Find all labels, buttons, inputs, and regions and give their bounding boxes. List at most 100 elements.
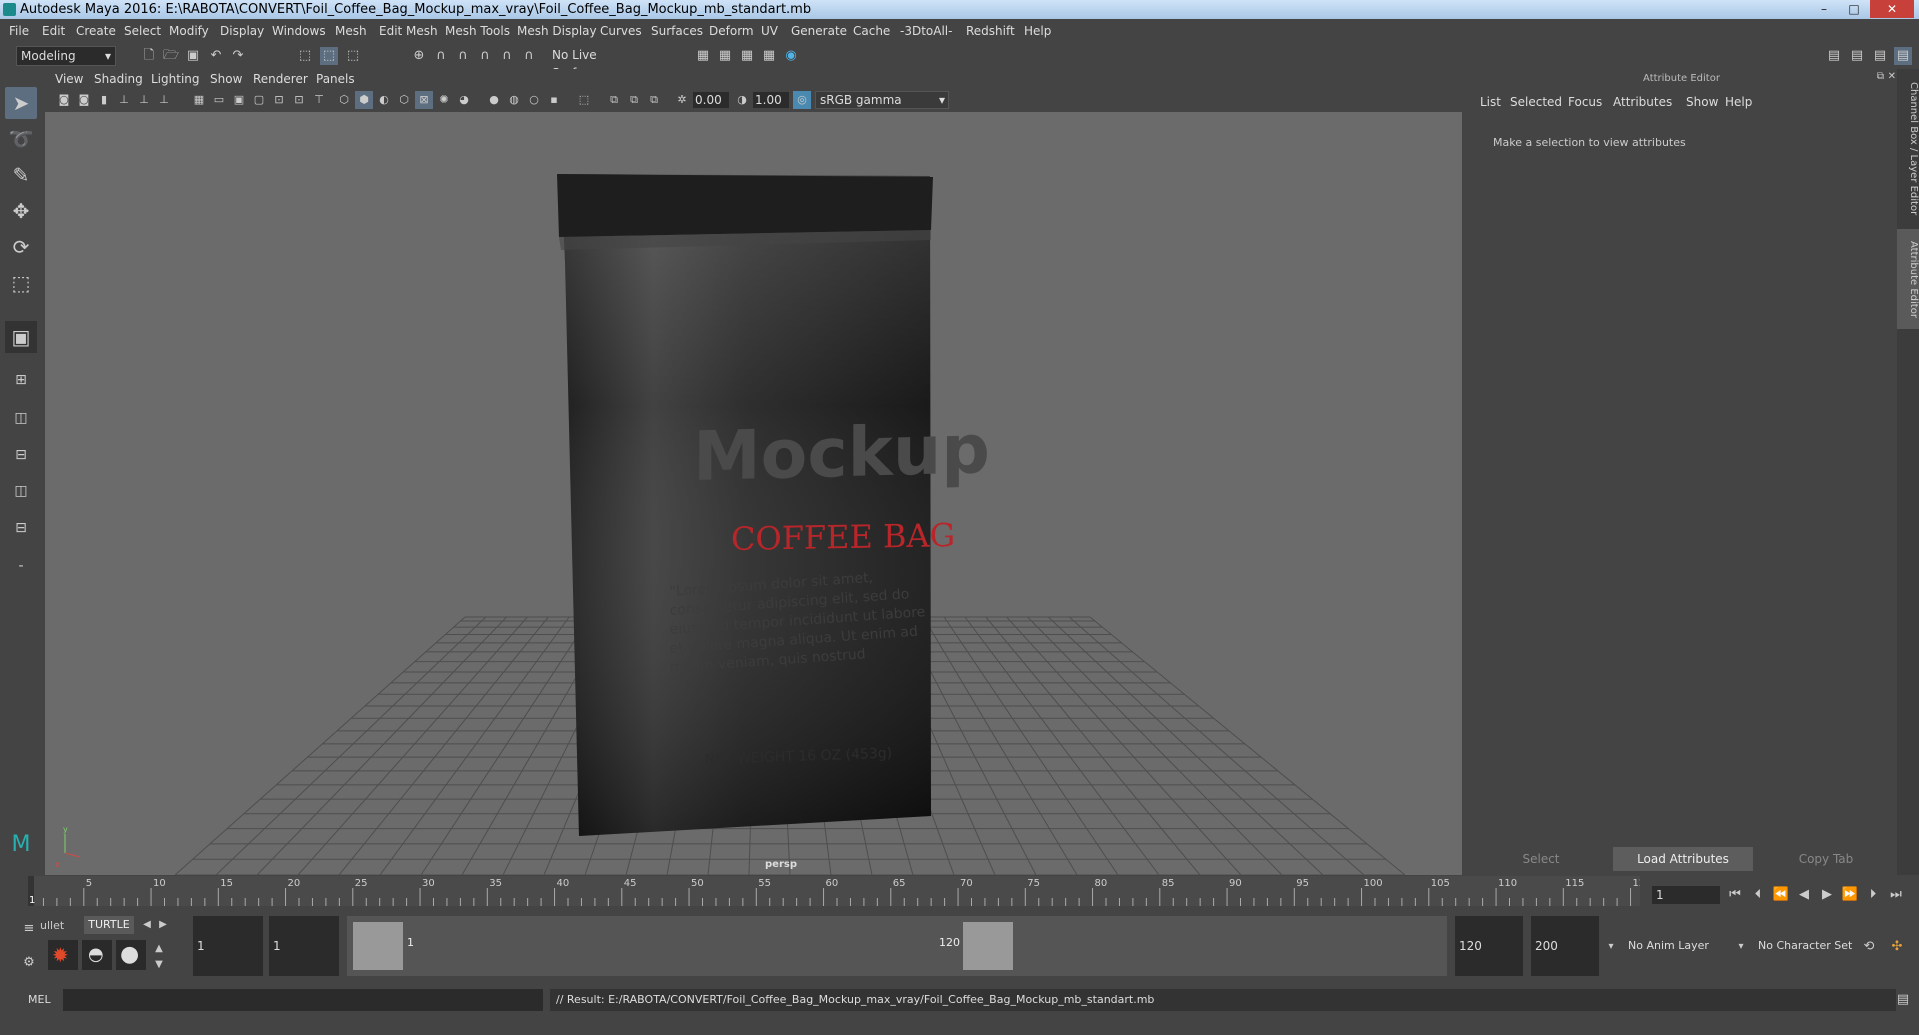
menu-deform[interactable]: Deform xyxy=(709,24,754,38)
anim-layer-dropdown[interactable]: No Anim Layer xyxy=(1622,916,1734,976)
single-perspective-layout-icon[interactable]: ▣ xyxy=(5,321,37,353)
snap-view-icon[interactable]: ∩ xyxy=(476,47,494,65)
vp-menu-shading[interactable]: Shading xyxy=(94,72,143,86)
menu-file[interactable]: File xyxy=(9,24,29,38)
live-surface-field[interactable]: No Live Surface xyxy=(548,46,646,80)
wireframe-icon[interactable]: ⬡ xyxy=(335,91,353,109)
wireframe-on-shaded-icon[interactable]: ⬡ xyxy=(395,91,413,109)
menu-redshift[interactable]: Redshift xyxy=(966,24,1015,38)
menu-surfaces[interactable]: Surfaces xyxy=(651,24,703,38)
play-backwards-icon[interactable]: ◀ xyxy=(1795,886,1813,904)
select-hierarchy-icon[interactable]: ⬚ xyxy=(296,47,314,65)
default-material-icon[interactable]: ◐ xyxy=(375,91,393,109)
gamma-field[interactable]: 1.00 xyxy=(753,92,789,108)
ipr-render-icon[interactable]: ▦ xyxy=(738,47,756,65)
ae-menu-focus[interactable]: Focus xyxy=(1568,95,1602,109)
range-end-handle[interactable] xyxy=(963,922,1013,970)
animation-end-field[interactable]: 200 xyxy=(1531,916,1599,976)
move-tool-icon[interactable]: ✥ xyxy=(5,195,37,227)
vp-menu-view[interactable]: View xyxy=(55,72,83,86)
scale-tool-icon[interactable]: ⬚ xyxy=(5,267,37,299)
lasso-tool-icon[interactable]: ➰ xyxy=(5,123,37,155)
xray-components-icon[interactable]: ⧉ xyxy=(645,91,663,109)
close-button[interactable]: ✕ xyxy=(1870,0,1914,18)
menuset-dropdown[interactable]: Modeling ▾ xyxy=(16,46,116,66)
menu-select[interactable]: Select xyxy=(124,24,161,38)
shelf-settings-icon[interactable]: ⚙ xyxy=(20,954,38,972)
exposure-field[interactable]: 0.00 xyxy=(693,92,729,108)
menu-uv[interactable]: UV xyxy=(761,24,778,38)
shelf-tab-bullet[interactable]: ullet xyxy=(40,919,64,932)
resolution-gate-icon[interactable]: ▭ xyxy=(210,91,228,109)
undo-icon[interactable]: ↶ xyxy=(207,47,225,65)
render-view-icon[interactable]: ▦ xyxy=(694,47,712,65)
screen-space-ao-icon[interactable]: ● xyxy=(485,91,503,109)
persp-graph-layout-icon[interactable]: ⊟ xyxy=(5,439,37,471)
step-forward-key-icon[interactable]: ⏩ xyxy=(1841,886,1859,904)
gamma-icon[interactable]: ◑ xyxy=(733,91,751,109)
shelf-tab-next-icon[interactable]: ▶ xyxy=(154,916,172,934)
film-gate-icon[interactable]: ⊥ xyxy=(155,91,173,109)
render-settings-icon[interactable]: ▦ xyxy=(760,47,778,65)
coffee-bag-model[interactable] xyxy=(557,174,933,836)
tab-attribute-editor[interactable]: Attribute Editor xyxy=(1897,229,1919,329)
title-safe-icon[interactable]: ⊤ xyxy=(310,91,328,109)
step-back-frame-icon[interactable]: ⏴ xyxy=(1749,886,1767,904)
menu-mesh-display[interactable]: Mesh Display xyxy=(517,24,597,38)
menu-mesh-tools[interactable]: Mesh Tools xyxy=(445,24,510,38)
exposure-icon[interactable]: ✲ xyxy=(673,91,691,109)
close-panel-icon[interactable]: ✕ xyxy=(1888,71,1896,82)
range-slider-track[interactable]: 1 120 xyxy=(347,916,1447,976)
four-view-layout-icon[interactable]: ⊞ xyxy=(5,364,37,396)
ae-menu-list[interactable]: List xyxy=(1480,95,1501,109)
minimize-button[interactable]: – xyxy=(1810,0,1838,18)
open-scene-icon[interactable]: 🗁 xyxy=(162,47,180,65)
xray-icon[interactable]: ⧉ xyxy=(605,91,623,109)
range-start-handle[interactable] xyxy=(353,922,403,970)
turtle-bake-icon[interactable]: ✹ xyxy=(48,940,78,970)
character-set-dropdown[interactable]: No Character Set xyxy=(1752,916,1864,976)
render-current-icon[interactable]: ▦ xyxy=(716,47,734,65)
grid-icon[interactable]: ▦ xyxy=(190,91,208,109)
menu-windows[interactable]: Windows xyxy=(272,24,326,38)
go-to-end-icon[interactable]: ⏭ xyxy=(1887,886,1905,904)
camera-select-icon[interactable]: ◙ xyxy=(55,91,73,109)
snap-curve-icon[interactable]: ∩ xyxy=(432,47,450,65)
animation-start-field[interactable]: 1 xyxy=(193,916,263,976)
smooth-shade-icon[interactable]: ⬢ xyxy=(355,91,373,109)
vp-menu-panels[interactable]: Panels xyxy=(316,72,355,86)
channel-box-toggle-icon[interactable]: ▤ xyxy=(1894,47,1912,65)
shadows-icon[interactable]: ◕ xyxy=(455,91,473,109)
snap-surface-icon[interactable]: ∩ xyxy=(498,47,516,65)
attribute-editor-toggle-icon[interactable]: ▤ xyxy=(1848,47,1866,65)
motion-blur-icon[interactable]: ◍ xyxy=(505,91,523,109)
image-plane-icon[interactable]: ⊥ xyxy=(115,91,133,109)
turtle-render-icon[interactable]: ◓ xyxy=(82,940,112,970)
ae-menu-selected[interactable]: Selected xyxy=(1510,95,1562,109)
step-forward-frame-icon[interactable]: ⏵ xyxy=(1864,886,1882,904)
snap-grid-icon[interactable]: ⊕ xyxy=(410,47,428,65)
turtle-sphere-icon[interactable]: ● xyxy=(116,940,146,970)
float-panel-icon[interactable]: ⧉ xyxy=(1877,71,1884,82)
field-chart-icon[interactable]: ▢ xyxy=(250,91,268,109)
menu-create[interactable]: Create xyxy=(76,24,116,38)
use-all-lights-icon[interactable]: ✺ xyxy=(435,91,453,109)
redo-icon[interactable]: ↷ xyxy=(229,47,247,65)
paint-select-tool-icon[interactable]: ✎ xyxy=(5,159,37,191)
tool-settings-icon[interactable]: ▤ xyxy=(1871,47,1889,65)
ae-menu-show[interactable]: Show xyxy=(1686,95,1718,109)
menu-generate[interactable]: Generate xyxy=(791,24,847,38)
menu-edit[interactable]: Edit xyxy=(42,24,65,38)
load-attributes-button[interactable]: Load Attributes xyxy=(1613,847,1753,871)
shelf-menu-icon[interactable]: ≡ xyxy=(20,920,38,938)
auto-key-icon[interactable]: ⟲ xyxy=(1860,938,1878,956)
vp-menu-renderer[interactable]: Renderer xyxy=(253,72,308,86)
grid-toggle-icon[interactable]: ⊥ xyxy=(135,91,153,109)
copy-tab-button[interactable]: Copy Tab xyxy=(1756,847,1896,871)
ae-menu-attributes[interactable]: Attributes xyxy=(1613,95,1672,109)
outliner-persp-layout-icon[interactable]: ◫ xyxy=(5,475,37,507)
chevron-down-icon[interactable]: ▾ xyxy=(1602,938,1620,956)
current-frame-field[interactable]: 1 xyxy=(1652,886,1720,904)
command-input[interactable] xyxy=(63,989,543,1011)
shelf-scroll-down-icon[interactable]: ▼ xyxy=(150,956,168,974)
